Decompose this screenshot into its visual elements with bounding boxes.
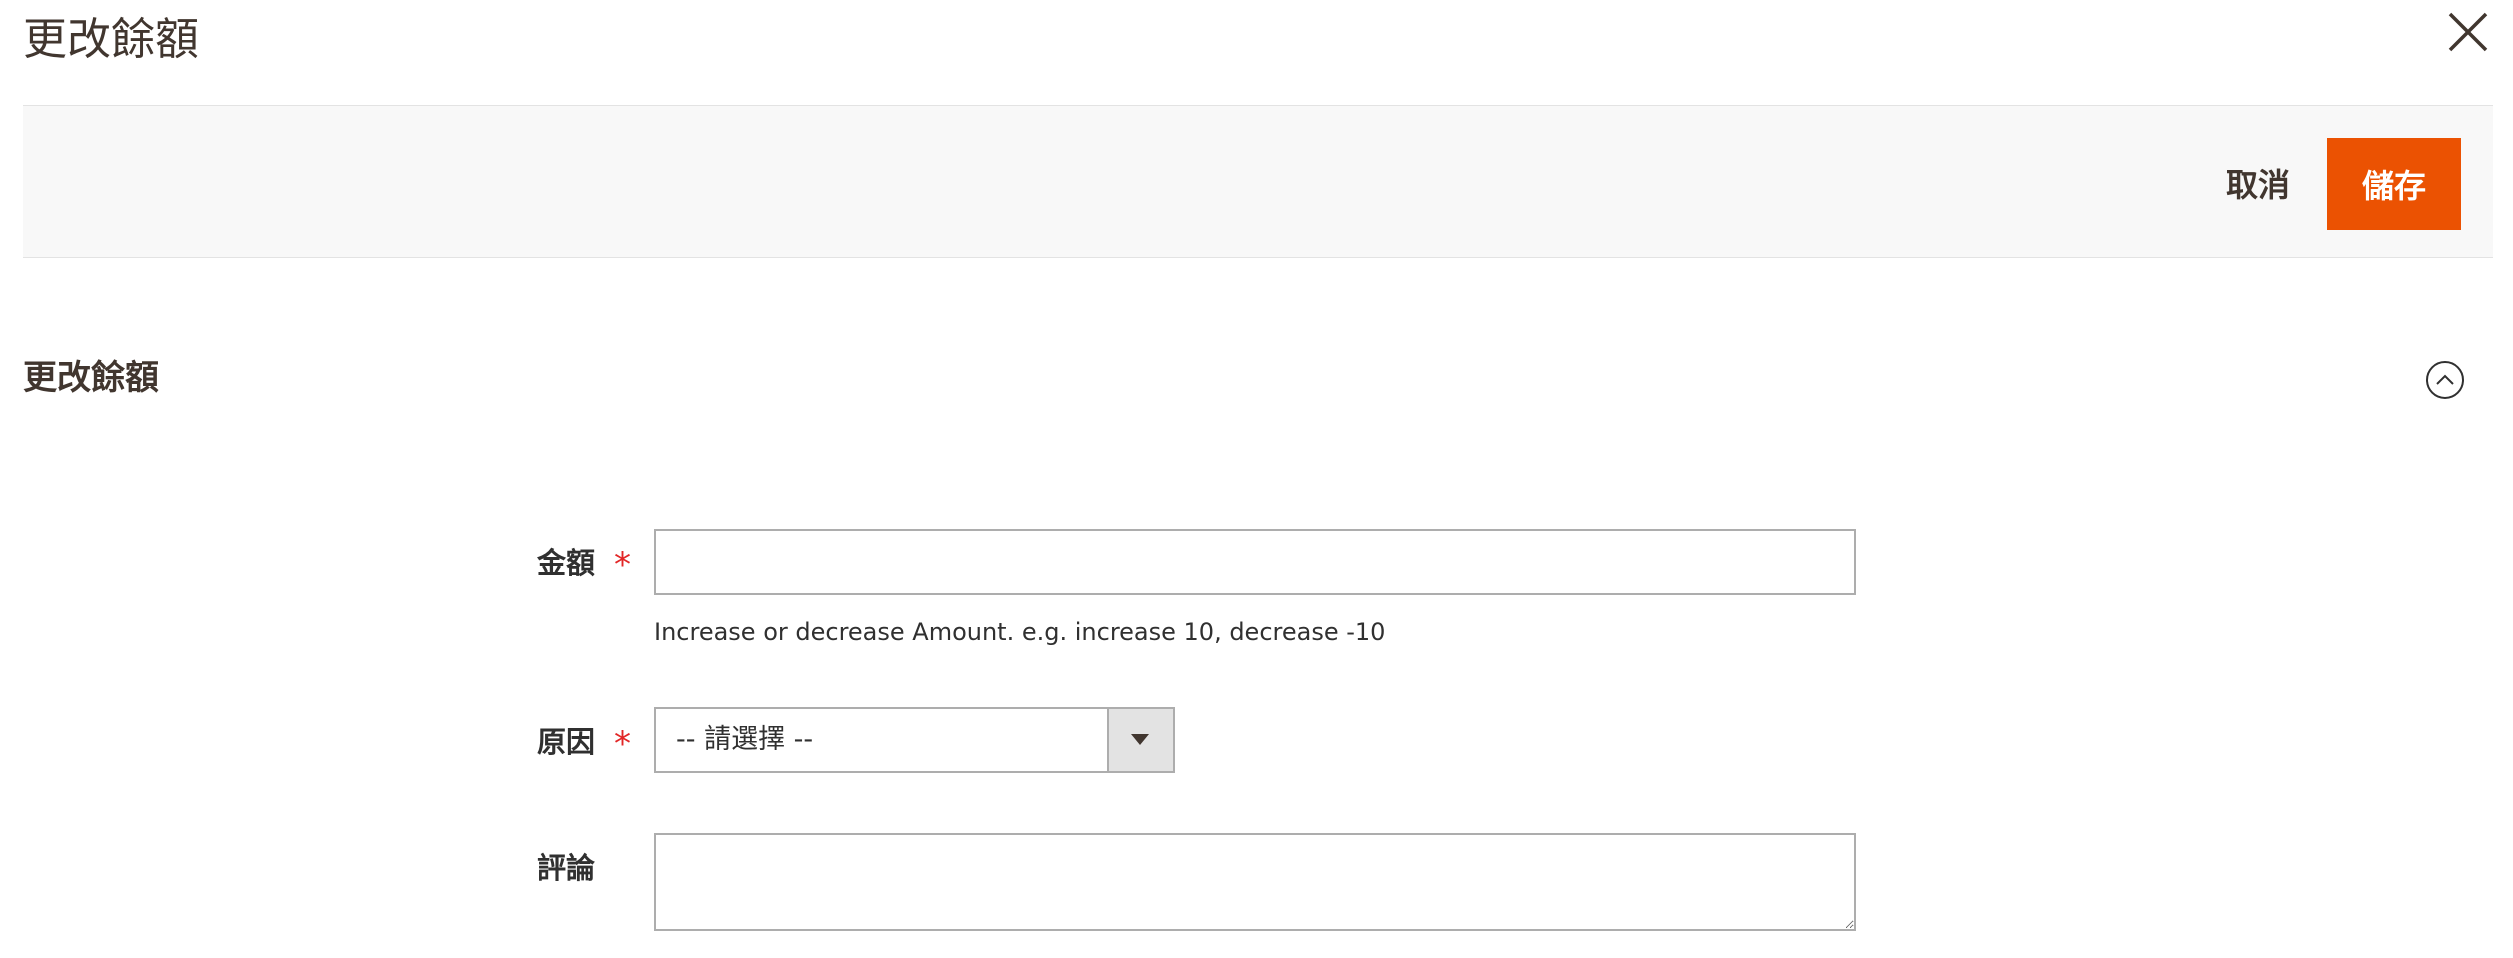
amount-label: 金額 — [537, 546, 596, 580]
close-button[interactable] — [2444, 8, 2492, 56]
close-icon — [2448, 12, 2488, 52]
amount-required-mark: * — [614, 545, 631, 585]
save-button[interactable]: 儲存 — [2327, 138, 2461, 230]
change-balance-modal: 更改餘額 取消 儲存 更改餘額 金額 * Increase or decreas… — [0, 0, 2513, 958]
reason-label: 原因 — [537, 725, 596, 759]
amount-input[interactable] — [654, 529, 1856, 595]
cancel-button[interactable]: 取消 — [2193, 138, 2323, 228]
comment-label: 評論 — [537, 851, 596, 885]
chevron-up-circle-icon — [2426, 361, 2464, 399]
reason-required-mark: * — [614, 724, 631, 764]
reason-select[interactable]: -- 請選擇 -- — [654, 707, 1175, 773]
comment-textarea[interactable] — [654, 833, 1856, 931]
amount-note: Increase or decrease Amount. e.g. increa… — [654, 618, 1386, 646]
select-arrow-button[interactable] — [1107, 709, 1173, 771]
action-bar: 取消 儲存 — [23, 105, 2493, 258]
collapse-toggle[interactable] — [2425, 360, 2465, 400]
caret-down-icon — [1131, 734, 1149, 745]
section-title: 更改餘額 — [23, 358, 159, 398]
reason-selected-value: -- 請選擇 -- — [676, 724, 814, 755]
modal-title: 更改餘額 — [23, 14, 199, 65]
